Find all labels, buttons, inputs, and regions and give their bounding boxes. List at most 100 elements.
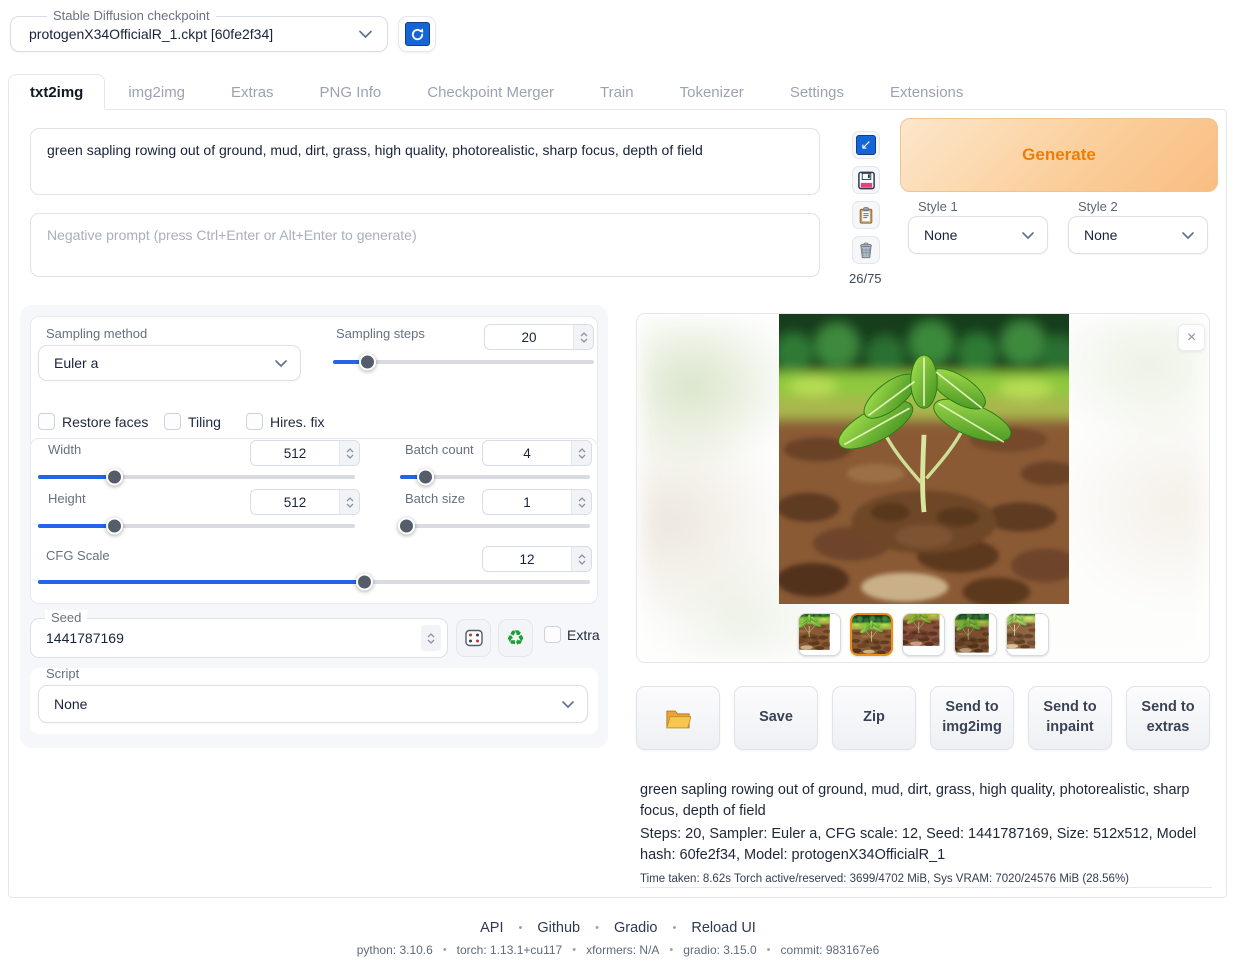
height-input[interactable] (250, 489, 360, 515)
seed-spinner[interactable] (421, 625, 441, 651)
python-version: python: 3.10.6 (357, 943, 433, 957)
apply-style-button[interactable] (852, 201, 880, 229)
sampling-steps-value[interactable] (485, 325, 573, 349)
hires-fix-checkbox[interactable] (246, 413, 263, 430)
random-seed-button[interactable] (456, 619, 491, 657)
cfg-scale-label: CFG Scale (46, 548, 110, 563)
reload-ui-link[interactable]: Reload UI (691, 920, 755, 936)
gallery-thumbnail-2-selected[interactable] (850, 613, 893, 656)
info-prompt-text: green sapling rowing out of ground, mud,… (640, 780, 1212, 822)
batch-count-slider[interactable] (400, 475, 590, 479)
batch-count-input[interactable] (482, 440, 592, 466)
cfg-scale-spinner[interactable] (571, 547, 591, 571)
width-slider[interactable] (38, 475, 355, 479)
width-input[interactable] (250, 440, 360, 466)
batch-size-slider[interactable] (400, 524, 590, 528)
torch-version: torch: 1.13.1+cu117 (457, 943, 563, 957)
send-to-extras-button[interactable]: Send to extras (1126, 686, 1210, 750)
clear-prompt-button[interactable] (852, 236, 880, 264)
gradio-link[interactable]: Gradio (614, 920, 658, 936)
tab-tokenizer[interactable]: Tokenizer (657, 74, 767, 110)
batch-size-value[interactable] (483, 490, 571, 514)
width-value[interactable] (251, 441, 339, 465)
send-to-inpaint-button[interactable]: Send to inpaint (1028, 686, 1112, 750)
sampling-method-value: Euler a (54, 355, 274, 371)
height-spinner[interactable] (339, 490, 359, 514)
save-button[interactable]: Save (734, 686, 818, 750)
height-slider[interactable] (38, 524, 355, 528)
bullet-separator: • (767, 944, 771, 956)
seed-value[interactable] (31, 630, 421, 646)
send-to-img2img-button[interactable]: Send to img2img (930, 686, 1014, 750)
style1-value: None (924, 227, 1021, 243)
tab-txt2img[interactable]: txt2img (8, 74, 105, 110)
height-value[interactable] (251, 490, 339, 514)
tab-extensions[interactable]: Extensions (867, 74, 986, 110)
style1-dropdown[interactable]: None (908, 216, 1048, 254)
sampling-steps-spinner[interactable] (573, 325, 593, 349)
batch-count-value[interactable] (483, 441, 571, 465)
sampling-method-dropdown[interactable]: Euler a (38, 345, 301, 381)
generated-image[interactable] (779, 314, 1069, 604)
footer-links: API • Github • Gradio • Reload UI (0, 920, 1236, 936)
reuse-seed-button[interactable]: ♻ (498, 619, 533, 657)
restore-faces-label: Restore faces (62, 414, 148, 430)
width-label: Width (48, 442, 81, 457)
zip-button[interactable]: Zip (832, 686, 916, 750)
tiling-checkbox[interactable] (164, 413, 181, 430)
bullet-separator: • (595, 922, 599, 934)
width-spinner[interactable] (339, 441, 359, 465)
gallery-thumbnail-5[interactable] (1006, 613, 1049, 656)
trash-icon (857, 241, 875, 260)
chevron-down-icon (561, 700, 575, 709)
bullet-separator: • (443, 944, 447, 956)
cfg-scale-input[interactable] (482, 546, 592, 572)
refresh-checkpoint-button[interactable] (398, 16, 436, 52)
sampling-steps-input[interactable] (484, 324, 594, 350)
open-folder-button[interactable] (636, 686, 720, 750)
close-icon: × (1187, 329, 1196, 347)
gallery-thumbnail-3[interactable] (902, 613, 945, 656)
tab-checkpoint-merger[interactable]: Checkpoint Merger (404, 74, 577, 110)
style2-dropdown[interactable]: None (1068, 216, 1208, 254)
prompt-input[interactable]: green sapling rowing out of ground, mud,… (30, 128, 820, 195)
script-dropdown[interactable]: None (38, 685, 588, 723)
sampling-steps-slider[interactable] (333, 360, 594, 364)
checkpoint-label: Stable Diffusion checkpoint (47, 8, 216, 23)
save-style-button[interactable] (852, 166, 880, 194)
api-link[interactable]: API (480, 920, 503, 936)
close-gallery-button[interactable]: × (1178, 324, 1205, 351)
hires-fix-label: Hires. fix (270, 414, 324, 430)
batch-size-input[interactable] (482, 489, 592, 515)
tab-settings[interactable]: Settings (767, 74, 867, 110)
paste-arrow-icon: ↙ (856, 135, 876, 155)
recycle-icon: ♻ (506, 628, 525, 649)
cfg-scale-value[interactable] (483, 547, 571, 571)
height-label: Height (48, 491, 86, 506)
negative-prompt-input[interactable] (30, 213, 820, 277)
cfg-scale-slider[interactable] (38, 580, 590, 584)
commit-hash: commit: 983167e6 (781, 943, 880, 957)
batch-size-spinner[interactable] (571, 490, 591, 514)
tab-extras[interactable]: Extras (208, 74, 297, 110)
paste-generation-params-button[interactable]: ↙ (852, 131, 880, 159)
generate-button[interactable]: Generate (900, 118, 1218, 192)
batch-count-spinner[interactable] (571, 441, 591, 465)
github-link[interactable]: Github (537, 920, 580, 936)
tab-png-info[interactable]: PNG Info (297, 74, 405, 110)
restore-faces-checkbox[interactable] (38, 413, 55, 430)
gallery-thumbnail-1[interactable] (798, 613, 841, 656)
checkpoint-dropdown[interactable]: Stable Diffusion checkpoint protogenX34O… (10, 16, 388, 52)
extra-seed-checkbox[interactable] (544, 626, 561, 643)
gallery-thumbnail-4[interactable] (954, 613, 997, 656)
seed-label: Seed (45, 610, 87, 625)
sd-webui-page: Stable Diffusion checkpoint protogenX34O… (0, 0, 1236, 966)
style1-label: Style 1 (918, 199, 958, 214)
bullet-separator: • (673, 922, 677, 934)
tab-img2img[interactable]: img2img (105, 74, 208, 110)
chevron-down-icon (274, 359, 288, 368)
batch-size-label: Batch size (405, 491, 465, 506)
tab-train[interactable]: Train (577, 74, 657, 110)
chevron-down-icon (358, 29, 373, 39)
seed-field[interactable]: Seed (30, 618, 448, 658)
